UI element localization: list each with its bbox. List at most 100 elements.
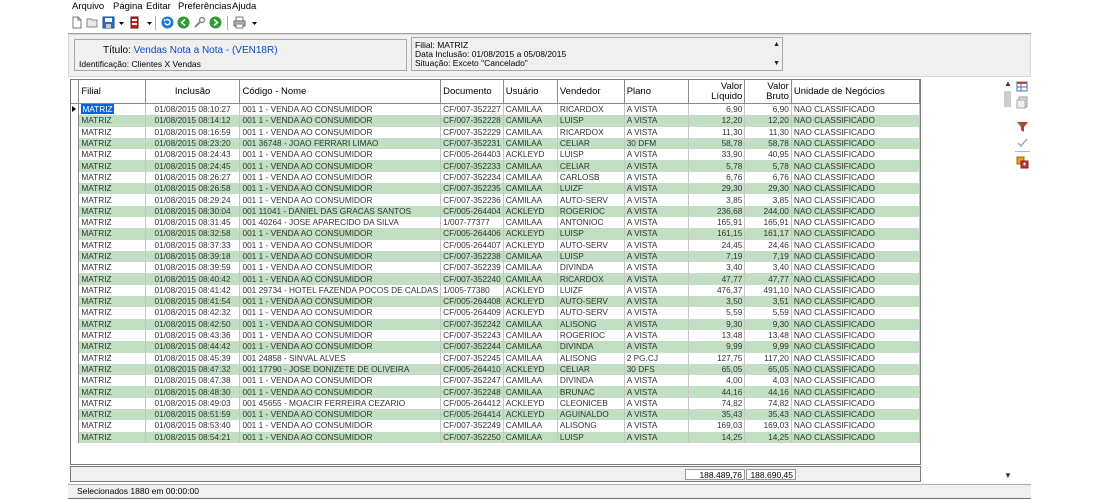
table-row[interactable]: MATRIZ 01/08/2015 08:44:42 001 1 - VENDA A… [71, 341, 920, 353]
col-unidade-negocios[interactable]: Unidade de Negócios [791, 80, 920, 104]
row-indicator[interactable] [71, 103, 80, 116]
table-row[interactable]: MATRIZ 01/08/2015 08:42:32 001 1 - VENDA A… [71, 307, 920, 319]
col-documento[interactable]: Documento [440, 80, 504, 104]
refresh-icon[interactable] [161, 16, 174, 29]
col-codigo-nome[interactable]: Código - Nome [239, 80, 442, 104]
table-row[interactable]: MATRIZ 01/08/2015 08:31:45 001 40264 - JOS… [71, 216, 920, 229]
filter-icon[interactable] [1016, 120, 1029, 133]
scroll-up-icon[interactable]: ▲ [1004, 79, 1012, 88]
row-indicator[interactable] [71, 296, 80, 308]
row-indicator[interactable] [71, 126, 80, 138]
cell-inclusao-text: 01/08/2015 08:43:36 [154, 330, 231, 341]
grid-settings-icon[interactable] [1016, 80, 1029, 93]
table-row[interactable]: MATRIZ 01/08/2015 08:47:32 001 17790 - JOS… [71, 363, 920, 376]
col-vendedor[interactable]: Vendedor [557, 80, 625, 104]
col-plano[interactable]: Plano [624, 80, 690, 104]
row-indicator[interactable] [71, 183, 80, 195]
row-indicator[interactable] [71, 115, 80, 127]
menu-preferencias[interactable]: Preferências [178, 1, 231, 12]
scroll-down-icon[interactable]: ▼ [1004, 471, 1012, 480]
row-indicator[interactable] [71, 137, 80, 150]
table-row[interactable]: MATRIZ 01/08/2015 08:23:20 001 36748 - JOA… [71, 137, 920, 150]
forward-icon[interactable] [209, 16, 222, 29]
group-icon[interactable] [1016, 156, 1029, 169]
row-indicator[interactable] [71, 307, 80, 319]
table-row[interactable]: MATRIZ 01/08/2015 08:41:54 001 1 - VENDA A… [71, 296, 920, 308]
table-row[interactable]: MATRIZ 01/08/2015 08:53:40 001 1 - VENDA A… [71, 420, 920, 432]
row-indicator[interactable] [71, 160, 80, 172]
table-row[interactable]: MATRIZ 01/08/2015 08:24:45 001 1 - VENDA A… [71, 160, 920, 172]
table-row[interactable]: MATRIZ 01/08/2015 08:32:58 001 1 - VENDA A… [71, 228, 920, 240]
row-indicator[interactable] [71, 420, 80, 432]
row-indicator[interactable] [71, 216, 80, 229]
row-indicator[interactable] [71, 205, 80, 217]
table-row[interactable]: MATRIZ 01/08/2015 08:40:42 001 1 - VENDA A… [71, 273, 920, 285]
table-row[interactable]: MATRIZ 01/08/2015 08:54:21 001 1 - VENDA A… [71, 431, 920, 443]
filter-summary[interactable]: Filial: MATRIZ Data Inclusão: 01/08/2015… [411, 37, 783, 71]
table-row[interactable]: MATRIZ 01/08/2015 08:51:59 001 1 - VENDA A… [71, 409, 920, 421]
row-indicator[interactable] [71, 284, 80, 297]
table-row[interactable]: MATRIZ 01/08/2015 08:41:42 001 29734 - HOT… [71, 284, 920, 297]
row-indicator[interactable] [71, 363, 80, 376]
table-row[interactable]: MATRIZ 01/08/2015 08:39:59 001 1 - VENDA A… [71, 262, 920, 274]
row-indicator[interactable] [71, 329, 80, 342]
scroll-down-icon[interactable]: ▼ [773, 60, 780, 67]
print-preview-icon[interactable] [128, 16, 141, 29]
table-row[interactable]: MATRIZ 01/08/2015 08:47:38 001 1 - VENDA A… [71, 375, 920, 387]
table-row[interactable]: MATRIZ 01/08/2015 08:42:50 001 1 - VENDA A… [71, 318, 920, 330]
row-indicator[interactable] [71, 375, 80, 387]
table-row[interactable]: MATRIZ 01/08/2015 08:16:59 001 1 - VENDA A… [71, 126, 920, 138]
table-row[interactable]: MATRIZ 01/08/2015 08:26:58 001 1 - VENDA A… [71, 183, 920, 195]
back-icon[interactable] [177, 16, 190, 29]
scroll-thumb[interactable] [1004, 91, 1011, 107]
table-row[interactable]: MATRIZ 01/08/2015 08:39:18 001 1 - VENDA A… [71, 250, 920, 263]
row-indicator[interactable] [71, 341, 80, 353]
dropdown-arrow-icon[interactable] [143, 16, 152, 29]
row-indicator[interactable] [71, 409, 80, 421]
dropdown-arrow-icon[interactable] [248, 16, 257, 29]
row-indicator[interactable] [71, 318, 80, 330]
open-folder-icon[interactable] [86, 16, 99, 29]
row-indicator[interactable] [71, 352, 80, 364]
col-valor-liquido[interactable]: Valor Líquido [688, 80, 746, 104]
grid-scrollbar[interactable]: ▲ ▼ [1003, 79, 1013, 482]
table-row[interactable]: MATRIZ 01/08/2015 08:45:39 001 24858 - SIN… [71, 352, 920, 364]
menu-ajuda[interactable]: Ajuda [232, 1, 256, 12]
save-icon[interactable] [102, 16, 115, 29]
row-indicator[interactable] [71, 194, 80, 206]
dropdown-arrow-icon[interactable] [115, 16, 124, 29]
row-indicator[interactable] [71, 228, 80, 240]
table-row[interactable]: MATRIZ 01/08/2015 08:24:43 001 1 - VENDA A… [71, 149, 920, 161]
row-indicator[interactable] [71, 262, 80, 274]
table-row[interactable]: MATRIZ 01/08/2015 08:26:27 001 1 - VENDA A… [71, 171, 920, 184]
printer-icon[interactable] [233, 16, 246, 29]
row-indicator[interactable] [71, 149, 80, 161]
col-usuario[interactable]: Usuário [503, 80, 558, 104]
row-indicator[interactable] [71, 239, 80, 251]
col-inclusao[interactable]: Inclusão [145, 80, 241, 104]
menu-pagina[interactable]: Página [113, 1, 143, 12]
table-row[interactable]: MATRIZ 01/08/2015 08:14:12 001 1 - VENDA A… [71, 115, 920, 127]
col-filial[interactable]: Filial [78, 80, 146, 104]
table-row[interactable]: MATRIZ 01/08/2015 08:30:04 001 11041 - DAN… [71, 205, 920, 217]
row-indicator[interactable] [71, 273, 80, 285]
table-row[interactable]: MATRIZ 01/08/2015 08:29:24 001 1 - VENDA A… [71, 194, 920, 206]
table-row[interactable]: MATRIZ 01/08/2015 08:48:30 001 1 - VENDA A… [71, 386, 920, 398]
export-icon[interactable] [1016, 96, 1029, 109]
col-valor-bruto[interactable]: Valor Bruto [744, 80, 792, 104]
scroll-up-icon[interactable]: ▲ [773, 41, 780, 48]
table-row[interactable]: MATRIZ 01/08/2015 08:37:33 001 1 - VENDA A… [71, 239, 920, 251]
table-row[interactable]: MATRIZ 01/08/2015 08:43:36 001 1 - VENDA A… [71, 329, 920, 342]
row-indicator[interactable] [71, 250, 80, 263]
menu-arquivo[interactable]: Arquivo [72, 1, 104, 12]
new-doc-icon[interactable] [70, 16, 83, 29]
table-row[interactable]: MATRIZ 01/08/2015 08:49:03 001 45655 - MOA… [71, 397, 920, 410]
check-icon[interactable] [1016, 136, 1029, 149]
wrench-icon[interactable] [193, 16, 206, 29]
row-indicator[interactable] [71, 171, 80, 184]
menu-editar[interactable]: Editar [146, 1, 171, 12]
row-indicator[interactable] [71, 397, 80, 410]
row-indicator[interactable] [71, 431, 80, 443]
table-row[interactable]: MATRIZ 01/08/2015 08:10:27 001 1 - VENDA A… [71, 103, 920, 116]
row-indicator[interactable] [71, 386, 80, 398]
